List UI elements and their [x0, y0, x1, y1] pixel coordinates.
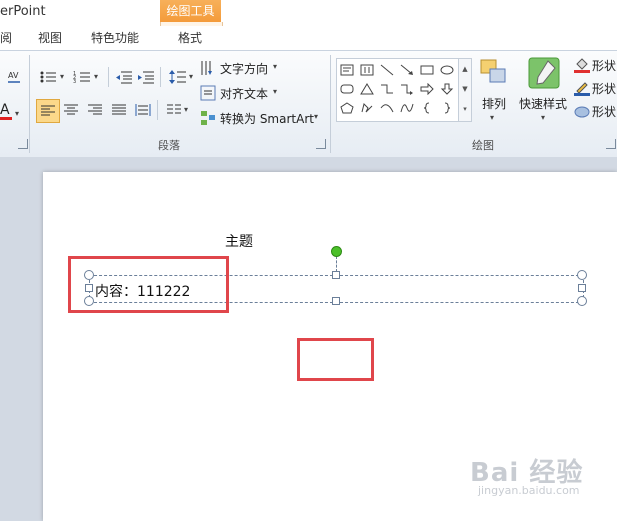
shape-fill-label: 形状 [592, 59, 617, 73]
curve-icon[interactable] [397, 98, 417, 117]
triangle-icon[interactable] [357, 79, 377, 98]
arrange-dropdown-icon[interactable]: ▾ [490, 113, 494, 122]
bullets-icon[interactable] [38, 67, 58, 87]
font-dialog-launcher-icon[interactable] [18, 139, 28, 149]
pen-icon [574, 80, 590, 96]
align-right-icon[interactable] [85, 100, 105, 120]
shape-effects-icon [574, 103, 590, 119]
columns-dropdown-icon[interactable]: ▾ [184, 105, 188, 114]
highlight-box-content [68, 256, 229, 313]
tab-format[interactable]: 格式 [178, 26, 202, 50]
right-arrow-icon[interactable] [417, 79, 437, 98]
resize-handle-top-right[interactable] [577, 270, 587, 280]
shape-outline-label: 形状 [592, 82, 617, 96]
vertical-text-box-icon[interactable] [357, 60, 377, 79]
quick-styles-label[interactable]: 快速样式 [519, 95, 567, 112]
arrow-line-icon[interactable] [397, 60, 417, 79]
scroll-down-icon[interactable]: ▼ [459, 79, 471, 99]
shapes-gallery[interactable] [336, 58, 460, 122]
text-box-icon[interactable] [337, 60, 357, 79]
group-separator [29, 55, 30, 153]
tab-special-features[interactable]: 特色功能 [91, 26, 139, 50]
elbow-arrow-connector-icon[interactable] [397, 79, 417, 98]
ribbon: AV A ▾ ▾ 123 ▾ ▾ ▾ 文字方向 ▾ 对齐文本 ▾ 转换为 Sma… [0, 50, 617, 158]
text-direction-icon [200, 60, 216, 76]
text-direction-dropdown-icon: ▾ [273, 62, 278, 71]
arrange-icon[interactable] [478, 57, 512, 93]
separator [160, 67, 161, 87]
smartart-icon [200, 110, 216, 126]
freeform-icon[interactable] [357, 98, 377, 117]
quick-styles-dropdown-icon[interactable]: ▾ [541, 113, 545, 122]
increase-indent-icon[interactable] [136, 67, 156, 87]
rotation-handle-line [336, 256, 337, 272]
line-spacing-dropdown-icon[interactable]: ▾ [189, 72, 193, 81]
ribbon-tab-row: 阅 视图 特色功能 格式 [0, 26, 617, 50]
rectangle-icon[interactable] [417, 60, 437, 79]
rotation-handle[interactable] [331, 246, 342, 257]
resize-handle-top[interactable] [332, 271, 340, 279]
resize-handle-right[interactable] [578, 284, 586, 292]
app-title: erPoint [0, 4, 46, 19]
title-bar: erPoint [0, 0, 617, 26]
font-color-dropdown-icon[interactable]: ▾ [15, 109, 19, 118]
convert-smartart-dropdown-icon: ▾ [314, 112, 319, 121]
paragraph-group-label: 段落 [158, 139, 180, 152]
pentagon-icon[interactable] [337, 98, 357, 117]
slide-title[interactable]: 主题 [225, 231, 253, 251]
character-spacing-icon[interactable]: AV [4, 67, 24, 87]
justify-icon[interactable] [109, 100, 129, 120]
svg-text:AV: AV [8, 71, 19, 80]
paint-bucket-icon [574, 57, 590, 73]
align-text-dropdown-icon: ▾ [273, 87, 278, 96]
text-direction-label: 文字方向 [220, 62, 269, 76]
highlight-box-empty [297, 338, 374, 381]
distributed-align-icon[interactable] [133, 100, 153, 120]
align-text-icon [200, 85, 216, 101]
right-brace-icon[interactable] [437, 98, 457, 117]
drawing-dialog-launcher-icon[interactable] [606, 139, 616, 149]
bullets-dropdown-icon[interactable]: ▾ [60, 72, 64, 81]
align-left-icon[interactable] [36, 99, 60, 123]
arc-icon[interactable] [377, 98, 397, 117]
align-center-icon[interactable] [61, 100, 81, 120]
numbering-dropdown-icon[interactable]: ▾ [94, 72, 98, 81]
watermark-url: jingyan.baidu.com [478, 484, 580, 497]
resize-handle-bottom-right[interactable] [577, 296, 587, 306]
gallery-more-icon[interactable]: ▾ [459, 99, 471, 119]
separator [157, 100, 158, 120]
separator [108, 67, 109, 87]
down-arrow-icon[interactable] [437, 79, 457, 98]
oval-icon[interactable] [437, 60, 457, 79]
columns-icon[interactable] [164, 100, 184, 120]
drawing-group-label: 绘图 [472, 139, 494, 152]
group-separator [330, 55, 331, 153]
svg-text:3: 3 [73, 79, 76, 84]
font-color-icon[interactable]: A [0, 101, 14, 121]
svg-text:A: A [0, 102, 10, 118]
drawing-tools-context-label: 绘图工具 [160, 0, 221, 22]
shape-effects-label: 形状 [592, 105, 617, 119]
rounded-rectangle-icon[interactable] [337, 79, 357, 98]
resize-handle-bottom[interactable] [332, 297, 340, 305]
align-text-label: 对齐文本 [220, 87, 269, 101]
decrease-indent-icon[interactable] [114, 67, 134, 87]
elbow-connector-icon[interactable] [377, 79, 397, 98]
numbering-icon[interactable]: 123 [72, 67, 92, 87]
shapes-gallery-scrollbar[interactable]: ▲ ▼ ▾ [458, 58, 472, 122]
arrange-label[interactable]: 排列 [482, 95, 506, 112]
tab-review[interactable]: 阅 [0, 26, 12, 50]
tab-view[interactable]: 视图 [38, 26, 62, 50]
paragraph-dialog-launcher-icon[interactable] [316, 139, 326, 149]
quick-styles-icon[interactable] [528, 57, 560, 91]
left-brace-icon[interactable] [417, 98, 437, 117]
line-spacing-icon[interactable] [168, 67, 188, 87]
scroll-up-icon[interactable]: ▲ [459, 59, 471, 79]
line-icon[interactable] [377, 60, 397, 79]
convert-smartart-label: 转换为 SmartArt [220, 112, 314, 126]
